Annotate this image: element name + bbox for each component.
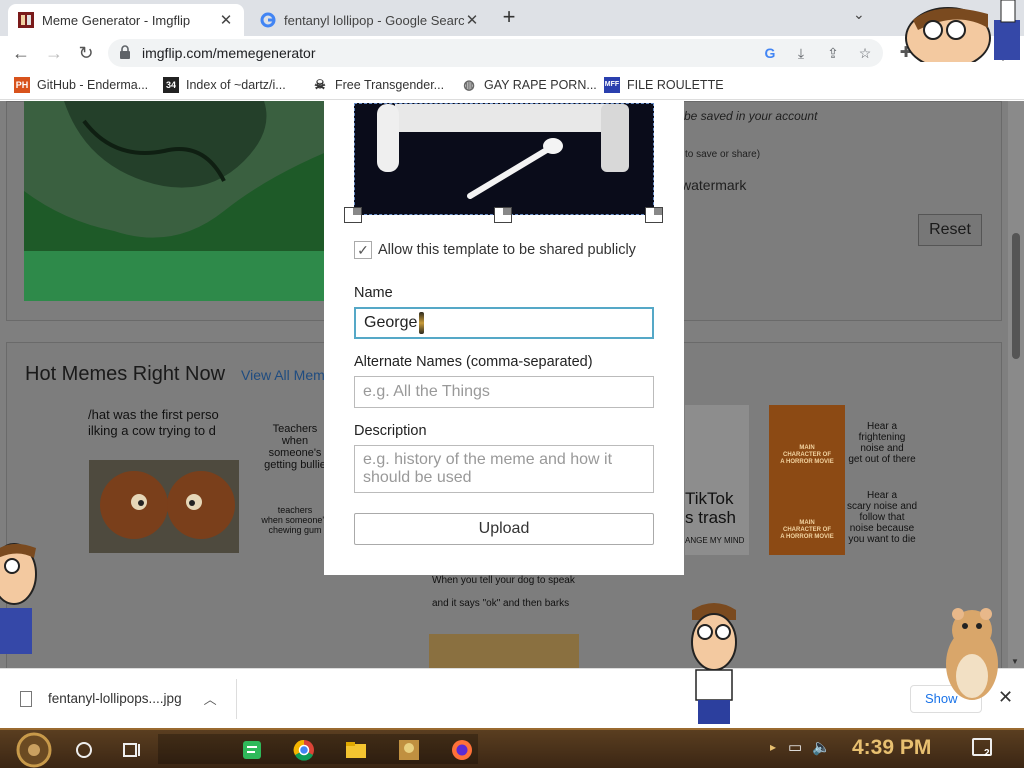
back-button[interactable]: ← <box>10 42 32 64</box>
thumb3-caption-1: When you tell your dog to speak <box>432 575 575 586</box>
cartoon-head-sticker-top-right <box>905 0 1020 62</box>
search-circle-icon[interactable] <box>72 738 96 762</box>
share-publicly-label: Allow this template to be shared publicl… <box>378 242 636 258</box>
start-gear-icon[interactable] <box>16 732 52 768</box>
save-share-text: to save or share) <box>685 149 761 160</box>
crop-handle-bottom-right[interactable] <box>645 207 663 223</box>
drake-horror-thumbnail[interactable]: MAIN CHARACTER OF A HORROR MOVIE MAIN CH… <box>769 405 845 555</box>
task-view-icon[interactable] <box>120 738 144 762</box>
new-tab-button[interactable]: + <box>498 6 520 28</box>
share-publicly-checkbox[interactable]: ✓ <box>354 241 372 259</box>
download-divider <box>236 679 237 719</box>
alternate-names-input[interactable]: e.g. All the Things <box>354 376 654 408</box>
thumb5-top-caption: Hear a frightening noise and get out of … <box>848 421 916 465</box>
bookmark-free-transgender[interactable]: ☠ Free Transgender... <box>312 77 444 93</box>
crop-handle-bottom-middle[interactable] <box>494 207 512 223</box>
download-bar: fentanyl-lollipops....jpg ︿ Show ✕ <box>0 668 1024 728</box>
bookmark-github[interactable]: PH GitHub - Enderma... <box>14 77 148 93</box>
file-explorer-icon[interactable] <box>344 738 368 762</box>
index-favicon-icon: 34 <box>163 77 179 93</box>
crop-handle-bottom-left[interactable] <box>344 207 362 223</box>
description-textarea[interactable]: e.g. history of the meme and how it shou… <box>354 445 654 493</box>
install-app-icon[interactable]: ⤓ <box>792 44 810 62</box>
tab-search-chevron-icon[interactable]: ⌄ <box>853 6 865 23</box>
thumb2-top-caption: Teachers when someone's getting bullie <box>264 423 326 471</box>
scroll-down-arrow-icon[interactable]: ▼ <box>1011 657 1019 666</box>
hot-memes-title: Hot Memes Right Now <box>25 363 226 385</box>
upload-template-dialog: ✓ Allow this template to be shared publi… <box>324 101 684 575</box>
notes-app-icon[interactable] <box>240 738 264 762</box>
chrome-icon[interactable] <box>292 738 316 762</box>
tab-title: fentanyl lollipop - Google Search <box>284 12 464 28</box>
bookmark-file-roulette[interactable]: MFF FILE ROULETTE <box>604 77 724 93</box>
close-tab-icon[interactable]: ✕ <box>464 11 480 29</box>
tray-chevron-icon[interactable]: ▸ <box>770 740 776 754</box>
firefox-icon[interactable] <box>450 738 474 762</box>
thumb1-caption: /hat was the first perso ilking a cow tr… <box>88 407 219 438</box>
taskbar-app-strip <box>158 734 478 764</box>
name-input[interactable]: George <box>354 307 654 339</box>
browser-toolbar: ← → ↻ imgflip.com/memegenerator G ⤓ ⇪ ☆ … <box>0 36 1024 70</box>
share-icon[interactable]: ⇪ <box>824 44 842 62</box>
chevron-up-icon[interactable]: ︿ <box>204 689 217 708</box>
saved-account-text: be saved in your account <box>684 109 818 123</box>
hamster-sticker <box>946 608 998 700</box>
google-favicon-icon <box>260 12 276 28</box>
imgflip-favicon-icon <box>18 12 34 28</box>
dog-speak-thumbnail[interactable] <box>429 634 579 668</box>
hank-hill-sticker <box>691 603 737 724</box>
skull-icon: ☠ <box>312 77 328 93</box>
reset-button[interactable]: Reset <box>918 214 982 246</box>
notification-count: 2 <box>984 748 990 759</box>
tiktok-trash-thumbnail[interactable]: TikTok s trash ANGE MY MIND <box>685 405 749 555</box>
tab-title: Meme Generator - Imgflip <box>42 12 191 28</box>
globe-icon: ◍ <box>461 77 477 93</box>
text-cursor-icon <box>419 311 425 334</box>
tab-meme-generator[interactable]: Meme Generator - Imgflip ✕ <box>8 4 244 36</box>
close-tab-icon[interactable]: ✕ <box>218 11 234 29</box>
game-app-icon[interactable] <box>397 738 421 762</box>
taskbar-clock[interactable]: 4:39 PM <box>852 736 931 760</box>
page-scrollbar[interactable]: ▼ <box>1008 101 1024 668</box>
tab-bar: Meme Generator - Imgflip ✕ fentanyl loll… <box>0 0 1024 36</box>
volume-muted-icon[interactable]: 🔈 <box>812 738 831 756</box>
reload-button[interactable]: ↻ <box>75 42 97 64</box>
ph-icon: PH <box>14 77 30 93</box>
upload-button[interactable]: Upload <box>354 513 654 545</box>
bookmark-gay-rape-porn[interactable]: ◍ GAY RAPE PORN... <box>461 77 597 93</box>
bookmarks-bar: PH GitHub - Enderma... 34 Index of ~dart… <box>0 70 1024 100</box>
scrollbar-thumb[interactable] <box>1012 233 1020 359</box>
tab-google-search[interactable]: fentanyl lollipop - Google Search ✕ <box>250 4 490 36</box>
watermark-label: watermark <box>681 177 747 193</box>
address-bar[interactable]: imgflip.com/memegenerator G ⤓ ⇪ ☆ <box>108 39 883 67</box>
view-all-memes-link[interactable]: View All Mem <box>241 367 325 383</box>
bookmark-index-of[interactable]: 34 Index of ~dartz/i... <box>163 77 286 93</box>
bookmark-star-icon[interactable]: ☆ <box>856 44 874 62</box>
description-label: Description <box>354 423 427 439</box>
network-icon[interactable]: ▭ <box>788 738 802 756</box>
forward-button[interactable]: → <box>43 42 65 64</box>
windows-taskbar: ▸ ▭ 🔈 4:39 PM 2 <box>0 728 1024 768</box>
share-publicly-row[interactable]: ✓ Allow this template to be shared publi… <box>354 241 636 259</box>
google-lens-icon[interactable]: G <box>761 44 779 62</box>
file-icon <box>20 690 32 707</box>
download-file-name: fentanyl-lollipops....jpg <box>48 691 182 706</box>
monkey-puppet-thumbnail[interactable] <box>89 460 239 553</box>
lock-icon <box>120 45 130 59</box>
template-preview-image <box>354 103 654 215</box>
cartoon-character-sticker-left <box>0 543 37 654</box>
thumb5-bottom-caption: Hear a scary noise and follow that noise… <box>846 490 918 545</box>
download-item[interactable]: fentanyl-lollipops....jpg ︿ <box>20 689 217 708</box>
alternate-names-label: Alternate Names (comma-separated) <box>354 354 593 370</box>
thumb2-bottom-caption: teachers when someone's chewing gum <box>261 505 329 535</box>
name-label: Name <box>354 285 393 301</box>
thumb3-caption-2: and it says "ok" and then barks <box>432 598 570 609</box>
url-text: imgflip.com/memegenerator <box>142 45 316 61</box>
meme-preview-image <box>24 101 354 301</box>
mff-icon: MFF <box>604 77 620 93</box>
